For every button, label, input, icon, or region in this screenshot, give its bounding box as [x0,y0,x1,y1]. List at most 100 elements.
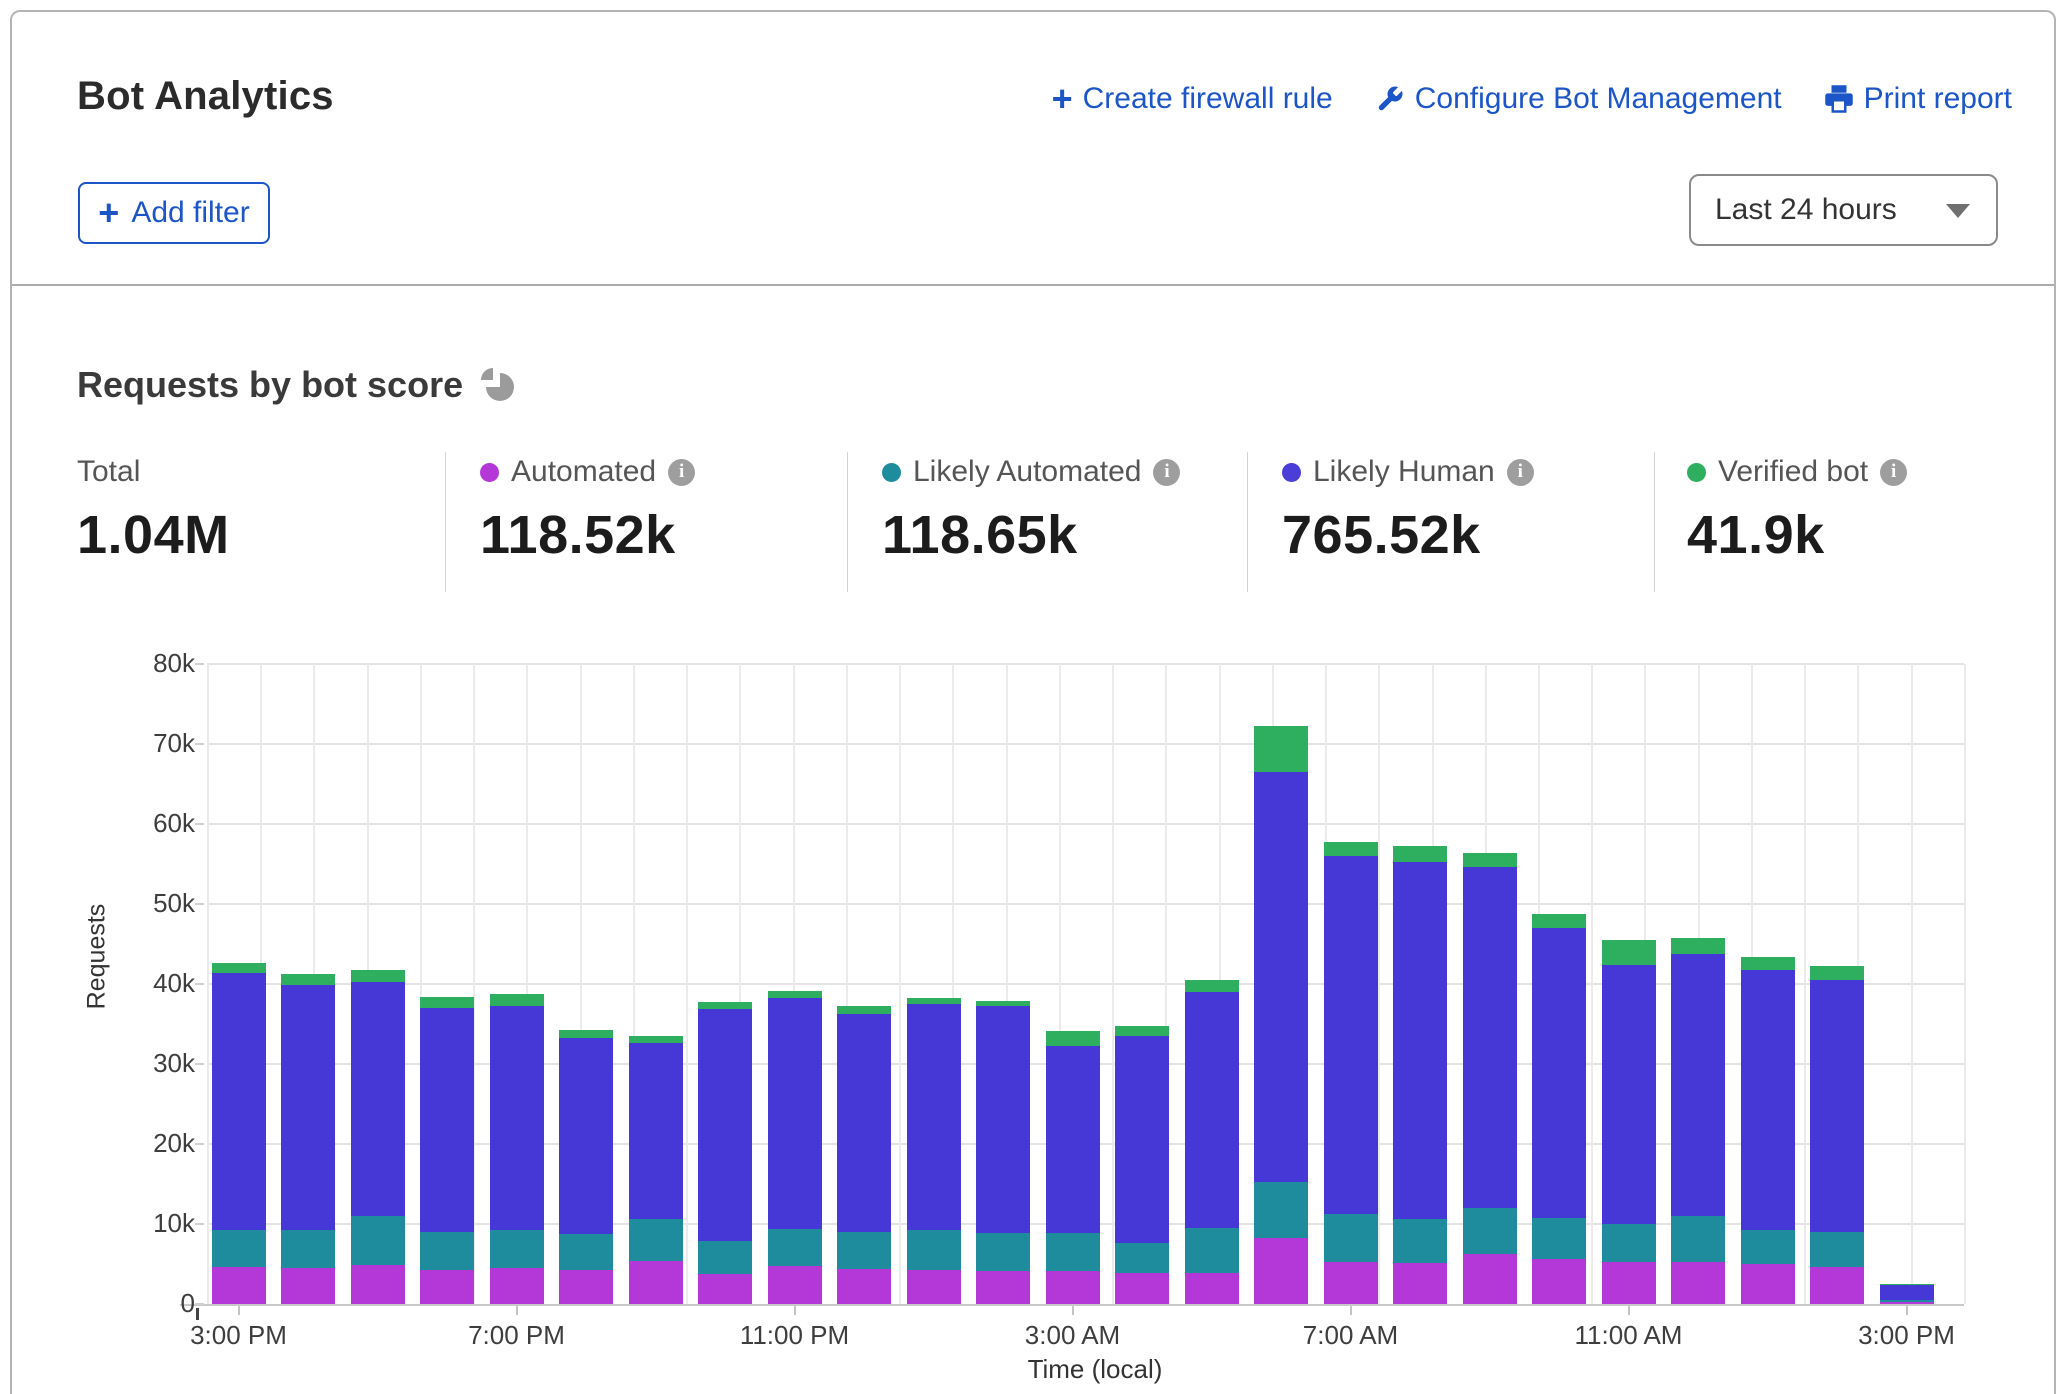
bar-segment-verified-bot[interactable] [1880,1284,1934,1285]
bar-segment-verified-bot[interactable] [351,970,405,981]
time-range-select[interactable]: Last 24 hours [1689,174,1998,246]
bar-segment-likely-automated[interactable] [212,1230,266,1267]
bar-segment-verified-bot[interactable] [698,1002,752,1008]
bar-segment-likely-human[interactable] [698,1009,752,1241]
bar-segment-automated[interactable] [629,1261,683,1304]
bar-segment-verified-bot[interactable] [837,1006,891,1014]
bar-segment-likely-human[interactable] [351,982,405,1216]
bar-segment-automated[interactable] [281,1268,335,1304]
create-firewall-rule-link[interactable]: + Create firewall rule [1052,82,1333,116]
bar-segment-likely-human[interactable] [281,985,335,1231]
bar-segment-verified-bot[interactable] [1532,914,1586,928]
bar-segment-likely-human[interactable] [629,1043,683,1219]
bar-segment-likely-automated[interactable] [1254,1182,1308,1238]
bar-segment-automated[interactable] [1880,1302,1934,1304]
bar-segment-likely-human[interactable] [1741,970,1795,1230]
bar-segment-automated[interactable] [1393,1263,1447,1304]
bar-segment-automated[interactable] [559,1270,613,1304]
bar-segment-automated[interactable] [768,1266,822,1304]
bar-segment-likely-automated[interactable] [976,1233,1030,1271]
bar-segment-verified-bot[interactable] [1810,966,1864,980]
bar-segment-likely-human[interactable] [1602,965,1656,1224]
bar-segment-likely-human[interactable] [490,1006,544,1230]
bar-segment-verified-bot[interactable] [1254,726,1308,772]
bar-segment-likely-automated[interactable] [1880,1300,1934,1302]
bar-segment-likely-human[interactable] [1880,1285,1934,1300]
bar-segment-likely-human[interactable] [1532,928,1586,1218]
bar-segment-automated[interactable] [1810,1267,1864,1304]
bar-segment-automated[interactable] [1185,1273,1239,1304]
bar-segment-automated[interactable] [1532,1259,1586,1304]
bar-segment-likely-automated[interactable] [1324,1214,1378,1262]
bar-segment-likely-human[interactable] [1463,867,1517,1208]
bar-segment-automated[interactable] [1046,1271,1100,1304]
bar-segment-verified-bot[interactable] [1463,853,1517,867]
bar-segment-automated[interactable] [420,1270,474,1304]
bar-segment-likely-automated[interactable] [1532,1218,1586,1260]
bar-segment-verified-bot[interactable] [1185,980,1239,992]
bar-segment-likely-automated[interactable] [281,1230,335,1268]
bar-segment-automated[interactable] [698,1274,752,1304]
bar-segment-likely-automated[interactable] [907,1230,961,1270]
bar-segment-automated[interactable] [351,1265,405,1304]
bar-segment-verified-bot[interactable] [281,974,335,984]
bar-segment-likely-automated[interactable] [629,1219,683,1261]
bar-segment-likely-automated[interactable] [351,1216,405,1265]
bar-segment-likely-human[interactable] [1324,856,1378,1214]
bar-segment-automated[interactable] [907,1270,961,1304]
bar-segment-likely-automated[interactable] [698,1241,752,1275]
bar-segment-automated[interactable] [212,1267,266,1304]
bar-segment-likely-automated[interactable] [1463,1208,1517,1254]
bar-segment-likely-human[interactable] [1810,980,1864,1232]
bar-segment-likely-human[interactable] [768,998,822,1228]
bar-segment-likely-automated[interactable] [420,1232,474,1270]
bar-segment-verified-bot[interactable] [490,994,544,1005]
bar-segment-likely-human[interactable] [1671,954,1725,1216]
bar-segment-likely-human[interactable] [559,1038,613,1234]
bar-segment-automated[interactable] [1324,1262,1378,1304]
info-icon[interactable]: i [1153,459,1180,486]
bar-segment-verified-bot[interactable] [1324,842,1378,856]
bar-segment-likely-automated[interactable] [837,1232,891,1269]
bar-segment-likely-human[interactable] [1046,1046,1100,1232]
bar-segment-automated[interactable] [1463,1254,1517,1304]
bar-segment-verified-bot[interactable] [976,1001,1030,1007]
bar-segment-automated[interactable] [837,1269,891,1304]
bar-segment-verified-bot[interactable] [629,1036,683,1043]
info-icon[interactable]: i [1880,459,1907,486]
bar-segment-automated[interactable] [1602,1262,1656,1304]
bar-segment-verified-bot[interactable] [559,1030,613,1038]
bar-segment-likely-human[interactable] [976,1006,1030,1232]
bar-segment-likely-automated[interactable] [1115,1243,1169,1273]
bar-segment-likely-automated[interactable] [1741,1230,1795,1264]
bar-segment-automated[interactable] [1671,1262,1725,1304]
bar-segment-likely-human[interactable] [1185,992,1239,1228]
bar-segment-automated[interactable] [1115,1273,1169,1304]
bar-segment-verified-bot[interactable] [420,997,474,1008]
bar-segment-likely-human[interactable] [1254,772,1308,1182]
add-filter-button[interactable]: + Add filter [78,182,270,244]
bar-segment-verified-bot[interactable] [1671,938,1725,953]
bar-segment-verified-bot[interactable] [1602,940,1656,965]
configure-bot-management-link[interactable]: Configure Bot Management [1375,82,1782,116]
bar-segment-likely-automated[interactable] [1810,1232,1864,1267]
bar-segment-likely-automated[interactable] [1185,1228,1239,1273]
bar-segment-likely-human[interactable] [907,1004,961,1230]
bar-segment-verified-bot[interactable] [1115,1026,1169,1036]
bar-segment-verified-bot[interactable] [1741,957,1795,971]
bar-segment-likely-automated[interactable] [1602,1224,1656,1262]
bar-segment-verified-bot[interactable] [1046,1031,1100,1046]
bar-segment-likely-human[interactable] [420,1008,474,1232]
bar-segment-likely-human[interactable] [1393,862,1447,1220]
bar-segment-verified-bot[interactable] [212,963,266,973]
bar-segment-likely-human[interactable] [837,1014,891,1232]
bar-segment-likely-human[interactable] [212,973,266,1231]
bar-segment-likely-automated[interactable] [768,1229,822,1267]
bar-segment-automated[interactable] [1254,1238,1308,1304]
bar-segment-verified-bot[interactable] [907,998,961,1004]
bar-segment-likely-automated[interactable] [490,1230,544,1268]
bar-segment-verified-bot[interactable] [1393,846,1447,861]
bar-segment-verified-bot[interactable] [768,991,822,998]
bar-segment-likely-automated[interactable] [1671,1216,1725,1262]
bar-segment-likely-human[interactable] [1115,1036,1169,1243]
